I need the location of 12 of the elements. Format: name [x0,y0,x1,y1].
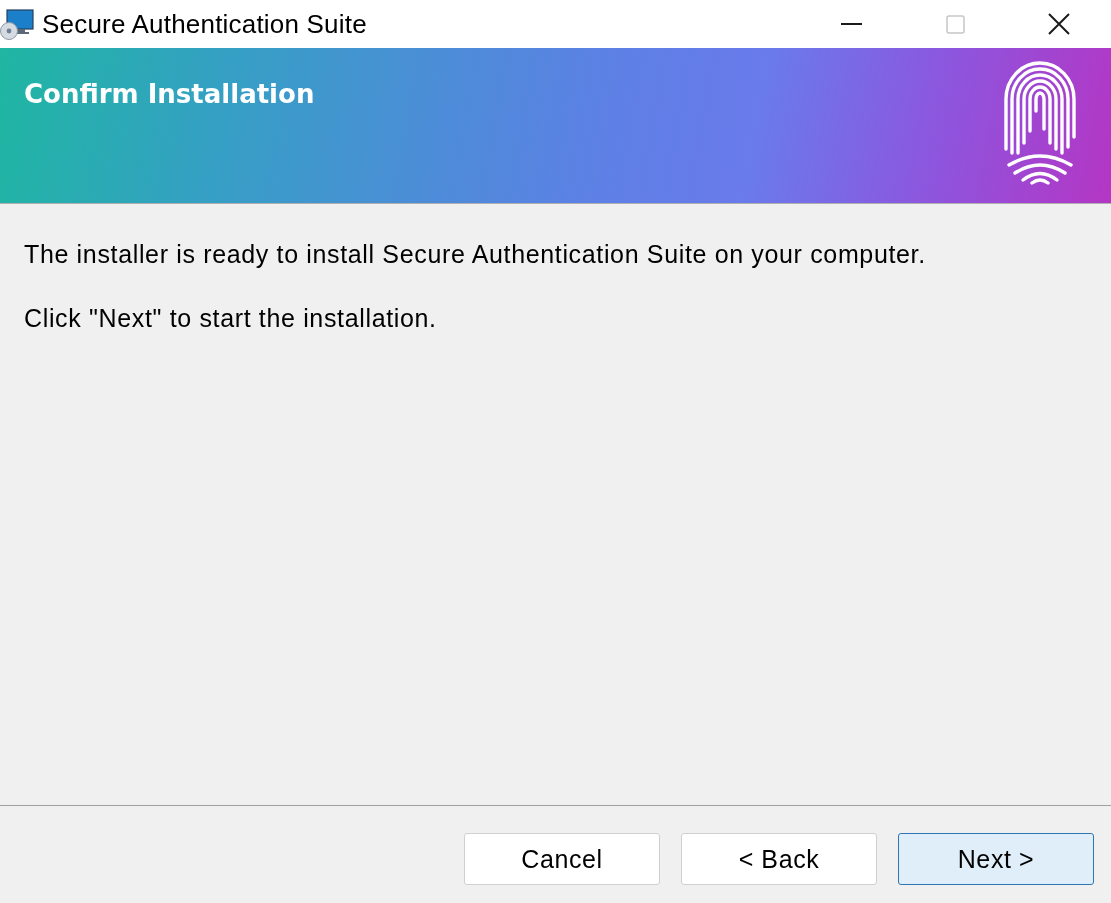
maximize-icon [945,14,965,34]
dialog-button[interactable]: < Back [681,833,877,885]
dialog-button[interactable]: Cancel [464,833,660,885]
window-title: Secure Authentication Suite [42,8,368,40]
minimize-icon [840,23,862,25]
close-icon [1048,13,1070,35]
dialog-button[interactable]: Next > [898,833,1094,885]
page-heading: Confirm Installation [24,78,315,110]
fingerprint-icon [1003,61,1077,185]
monitor-disc-icon [0,8,34,40]
body-text: The installer is ready to install Secure Authentication Suite on your computer. [24,240,927,268]
body-text: Click "Next" to start the installation. [24,304,438,332]
